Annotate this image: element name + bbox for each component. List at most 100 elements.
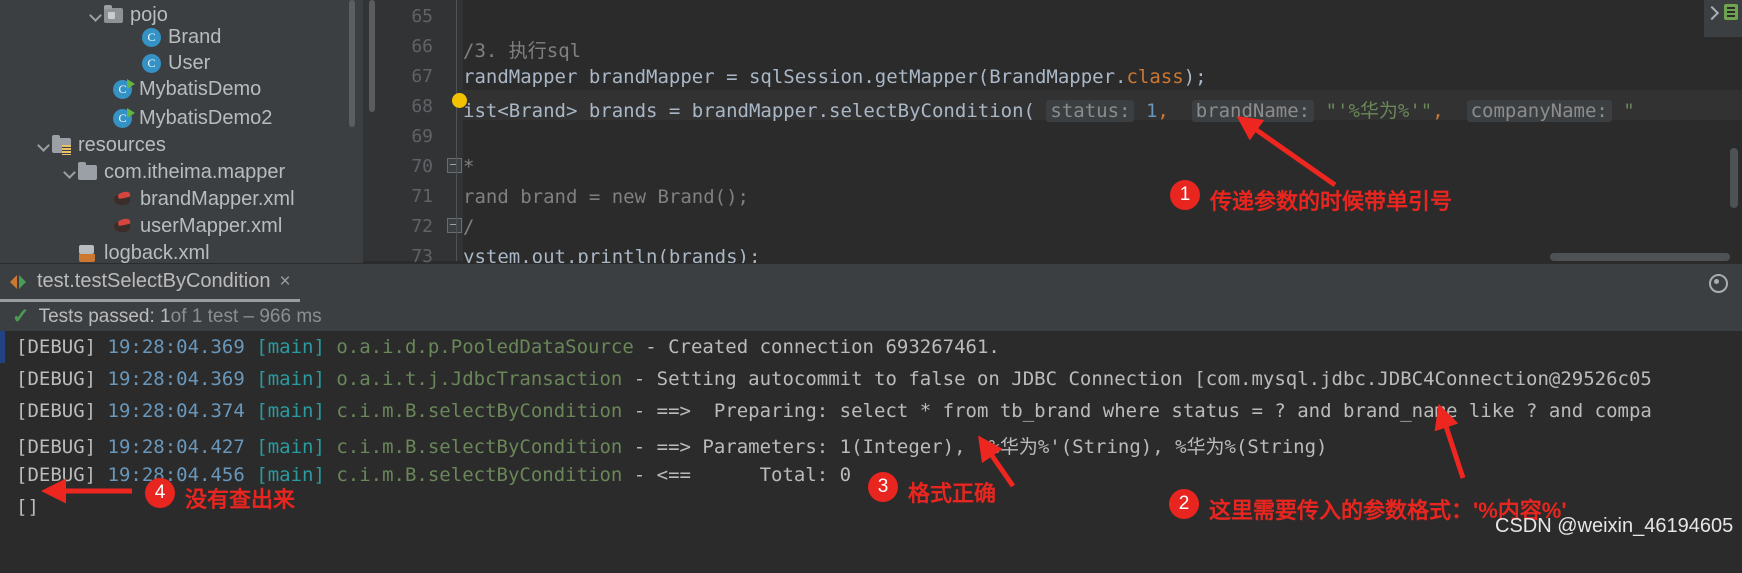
annotation-badge-1: 1 [1170,180,1200,210]
java-class-icon: C [142,53,161,73]
watermark-text: CSDN @weixin_46194605 [1495,515,1734,537]
tree-item-resources[interactable]: resources [0,130,363,160]
log-logger: o.a.i.d.p.PooledDataSource [336,336,634,358]
log-logger: o.a.i.t.j.JdbcTransaction [336,368,623,390]
console-output[interactable]: [DEBUG] 19:28:04.369 [main] o.a.i.d.p.Po… [0,331,1742,573]
line-number: 70 [411,156,433,177]
log-message: - <== Total: 0 [622,464,852,486]
line-number: 66 [411,36,433,57]
annotation-text-3: 格式正确 [908,481,997,506]
log-message: - Setting autocommit to false on JDBC Co… [622,368,1652,390]
tree-item-label: com.itheima.mapper [104,160,286,183]
code-token-string: " [1623,100,1635,122]
param-hint-brandname: brandName: [1191,100,1315,122]
check-icon: ✓ [12,305,30,328]
log-logger: c.i.m.B.selectByCondition [336,464,623,486]
tree-item-label: logback.xml [104,241,210,264]
log-thread: [main] [256,336,325,358]
annotation-badge-3: 3 [868,472,898,502]
code-token: randMapper brandMapper = sqlSession.getM… [463,66,1127,88]
test-status-bar: ✓ Tests passed: 1 of 1 test – 966 ms [0,302,1742,331]
folder-icon [78,161,97,180]
tree-item-label: resources [78,133,166,156]
java-class-icon: C [142,27,161,47]
log-line: [DEBUG] 19:28:04.369 [main] o.a.i.t.j.Jd… [16,368,1652,390]
editor-left-strip [363,0,385,261]
chevron-down-icon[interactable] [36,137,52,153]
code-line-71: rand brand = new Brand(); [463,186,749,208]
tree-item-mybatisdemo[interactable]: C MybatisDemo [0,74,363,104]
run-tab-label: test.testSelectByCondition [37,270,271,292]
editor-fold-area[interactable] [445,0,463,261]
code-token: ist<Brand> brands = brandMapper.selectBy… [463,100,1035,122]
run-tool-window: test.testSelectByCondition × ✓ Tests pas… [0,263,1742,573]
log-message: - ==> Parameters: 1(Integer), '%华为%'(Str… [622,436,1328,458]
log-time: 19:28:04.427 [107,436,245,458]
tree-item-usermapper-xml[interactable]: userMapper.xml [0,211,363,241]
log-time: 19:28:04.369 [107,368,245,390]
tree-item-label: MybatisDemo [139,77,262,100]
param-hint-companyname: companyName: [1466,100,1612,122]
tests-passed-text: Tests passed: 1 [38,305,171,327]
log-level: [DEBUG] [16,336,97,358]
line-number: 68 [411,96,433,117]
database-icon[interactable] [1724,4,1740,22]
param-hint-status: status: [1046,100,1135,122]
code-line-70: * [463,156,475,178]
tree-item-label: brandMapper.xml [140,187,295,210]
tree-item-label: MybatisDemo2 [139,106,273,129]
chevron-right-icon[interactable] [1704,5,1720,21]
run-tab[interactable]: test.testSelectByCondition × [10,264,291,299]
editor-gutter[interactable]: 65 66 67 68 69 70 71 72 73 [385,0,445,267]
line-number: 67 [411,66,433,87]
close-icon[interactable]: × [279,271,290,293]
annotation-text-4: 没有查出来 [185,487,296,512]
annotation-text-1: 传递参数的时候带单引号 [1210,189,1453,214]
tree-item-com-itheima-mapper[interactable]: com.itheima.mapper [0,157,363,187]
code-editor[interactable]: 65 66 67 68 69 70 71 72 73 /3. 执行sql ran… [363,0,1742,289]
log-message: - Created connection 693267461. [633,336,1000,358]
run-test-icon [10,274,28,290]
log-thread: [main] [256,368,325,390]
editor-horizontal-scrollbar[interactable] [1550,253,1730,261]
top-area: pojo C Brand C User C MybatisDemo C Myba [0,0,1742,289]
resources-folder-icon [52,134,71,155]
tree-item-label: User [168,51,211,74]
log-time: 19:28:04.374 [107,400,245,422]
tree-item-label: userMapper.xml [140,214,283,237]
fold-collapse-icon[interactable] [447,218,462,233]
editor-code-area[interactable]: /3. 执行sql randMapper brandMapper = sqlSe… [452,0,1742,268]
log-logger: c.i.m.B.selectByCondition [336,436,623,458]
editor-vertical-scrollbar[interactable] [1730,148,1738,208]
log-line: [DEBUG] 19:28:04.374 [main] c.i.m.B.sele… [16,400,1652,422]
chevron-down-icon[interactable] [88,7,104,23]
code-token: , [1432,100,1444,122]
tree-item-brandmapper-xml[interactable]: brandMapper.xml [0,184,363,214]
fold-collapse-icon[interactable] [447,158,462,173]
log-thread: [main] [256,400,325,422]
chevron-down-icon[interactable] [62,164,78,180]
line-number: 65 [411,6,433,27]
log-level: [DEBUG] [16,436,97,458]
code-token: , [1157,100,1169,122]
tests-detail-text: of 1 test – 966 ms [170,305,322,327]
gear-icon[interactable] [1707,272,1728,293]
log-logger: c.i.m.B.selectByCondition [336,400,623,422]
logback-xml-icon [78,244,97,262]
tree-item-mybatisdemo2[interactable]: C MybatisDemo2 [0,103,363,133]
editor-right-strip [1704,0,1742,37]
log-message: - ==> Preparing: select * from tb_brand … [622,400,1652,422]
java-runnable-class-icon: C [113,78,135,99]
code-token-number: 1 [1145,100,1158,122]
project-tree-panel[interactable]: pojo C Brand C User C MybatisDemo C Myba [0,0,363,289]
log-level: [DEBUG] [16,400,97,422]
console-gutter [0,331,14,573]
mybatis-mapper-icon [113,218,133,234]
editor-indent-guide [456,0,457,261]
java-runnable-class-icon: C [113,107,135,128]
editor-overview-thumb[interactable] [369,0,375,112]
code-token-string: "'%华为%'" [1325,100,1433,122]
log-thread: [main] [256,436,325,458]
code-token-keyword: class [1126,66,1184,88]
line-number: 69 [411,126,433,147]
